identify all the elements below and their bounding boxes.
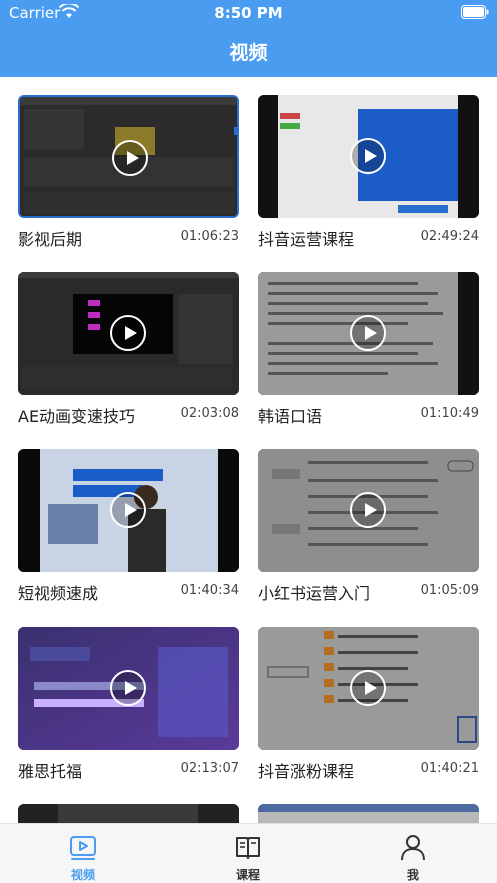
play-icon[interactable] <box>350 492 386 528</box>
video-title: 影视后期 <box>18 230 83 249</box>
play-icon[interactable] <box>110 670 146 706</box>
video-title: 抖音运营课程 <box>258 230 355 249</box>
video-thumbnail[interactable] <box>258 804 479 823</box>
tab-video[interactable]: 视频 <box>23 824 143 883</box>
video-title: 韩语口语 <box>258 407 323 426</box>
video-thumbnail[interactable] <box>258 272 479 395</box>
video-card[interactable] <box>258 804 479 823</box>
video-thumbnail[interactable] <box>258 95 479 218</box>
video-duration: 01:05:09 <box>420 583 479 598</box>
video-duration: 02:03:08 <box>180 406 239 421</box>
video-thumbnail[interactable] <box>258 449 479 572</box>
thumbnail-image <box>18 804 239 823</box>
video-thumbnail[interactable] <box>18 627 239 750</box>
video-card[interactable]: 抖音涨粉课程 01:40:21 <box>258 627 479 781</box>
tab-bar: 视频 课程 我 <box>0 823 497 883</box>
play-icon[interactable] <box>110 492 146 528</box>
video-card[interactable]: 短视频速成 01:40:34 <box>18 449 239 603</box>
video-card[interactable] <box>18 804 239 823</box>
status-time: 8:50 PM <box>214 4 283 22</box>
tab-courses[interactable]: 课程 <box>188 824 308 883</box>
status-bar: Carrier 8:50 PM <box>0 0 497 26</box>
video-title: 短视频速成 <box>18 584 99 603</box>
video-thumbnail[interactable] <box>18 804 239 823</box>
video-duration: 01:40:21 <box>420 761 479 776</box>
video-duration: 01:10:49 <box>420 406 479 421</box>
play-icon[interactable] <box>110 315 146 351</box>
tab-me[interactable]: 我 <box>353 824 473 883</box>
video-thumbnail[interactable] <box>18 449 239 572</box>
video-title: 雅思托福 <box>18 762 83 781</box>
tab-label: 视频 <box>70 868 95 882</box>
video-thumbnail[interactable] <box>18 95 239 218</box>
video-card[interactable]: 抖音运营课程 02:49:24 <box>258 95 479 249</box>
video-title: 抖音涨粉课程 <box>258 762 355 781</box>
thumbnail-image <box>258 804 479 823</box>
video-duration: 02:13:07 <box>180 761 239 776</box>
tab-label: 课程 <box>235 868 260 882</box>
video-grid[interactable]: 影视后期 01:06:23 抖音运营课程 02:49:24 AE动画变速技巧 0… <box>0 77 497 823</box>
video-card[interactable]: 雅思托福 02:13:07 <box>18 627 239 781</box>
video-title: AE动画变速技巧 <box>18 407 136 426</box>
play-icon[interactable] <box>350 315 386 351</box>
play-icon[interactable] <box>350 138 386 174</box>
video-duration: 01:40:34 <box>180 583 239 598</box>
play-icon[interactable] <box>112 140 148 176</box>
header-bar: Carrier 8:50 PM 视频 <box>0 0 497 77</box>
play-icon[interactable] <box>350 670 386 706</box>
video-card[interactable]: AE动画变速技巧 02:03:08 <box>18 272 239 426</box>
video-card[interactable]: 影视后期 01:06:23 <box>18 95 239 249</box>
video-duration: 02:49:24 <box>420 229 479 244</box>
video-card[interactable]: 小红书运营入门 01:05:09 <box>258 449 479 603</box>
page-title: 视频 <box>229 42 268 64</box>
video-thumbnail[interactable] <box>258 627 479 750</box>
person-icon <box>401 835 425 861</box>
book-icon <box>236 837 260 859</box>
video-duration: 01:06:23 <box>180 229 239 244</box>
video-icon <box>70 836 96 860</box>
video-thumbnail[interactable] <box>18 272 239 395</box>
tab-label: 我 <box>406 868 419 882</box>
video-card[interactable]: 韩语口语 01:10:49 <box>258 272 479 426</box>
video-title: 小红书运营入门 <box>258 584 371 603</box>
battery-icon <box>461 5 489 19</box>
